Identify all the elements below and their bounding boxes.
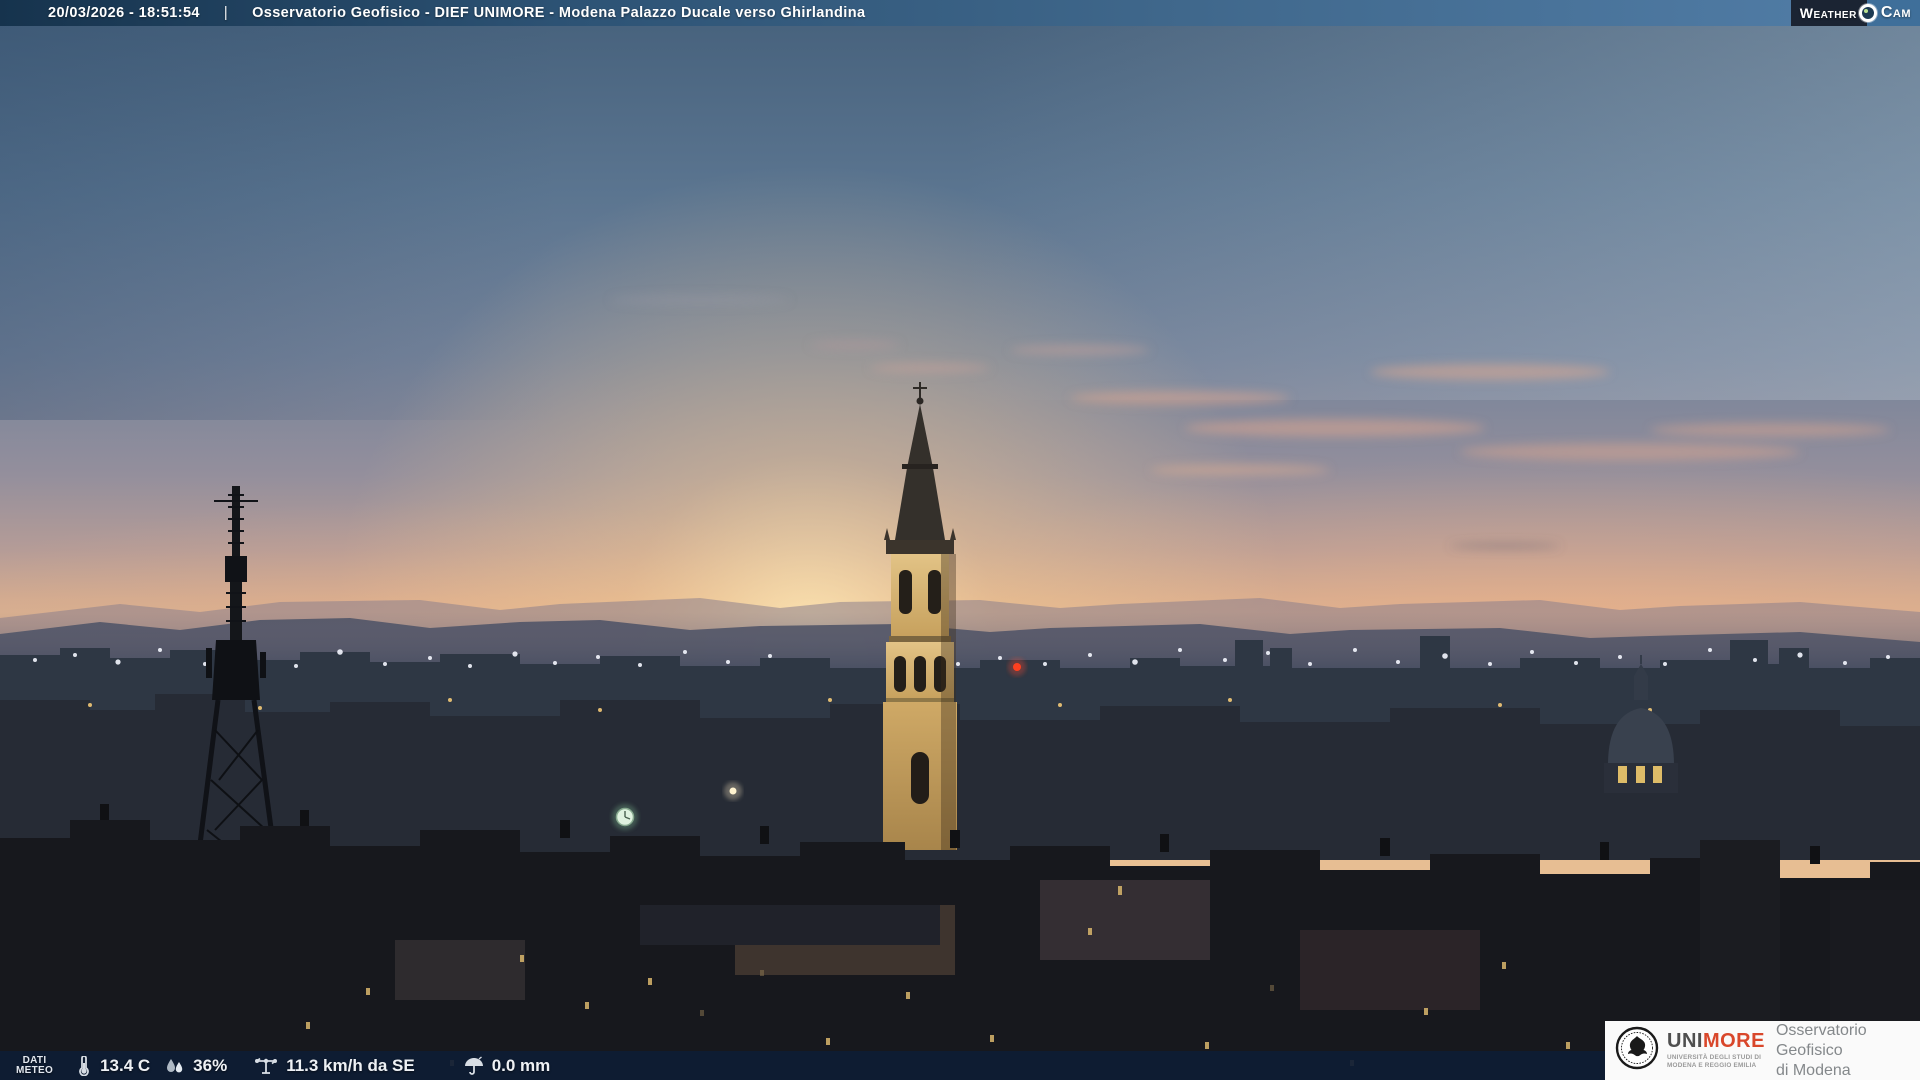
humidity-value: 36% <box>193 1056 227 1076</box>
water-drops-icon <box>164 1056 186 1076</box>
unimore-seal <box>1615 1026 1659 1075</box>
weathercam-logo: Weather Cam <box>1791 0 1920 26</box>
humidity-readout: 36% <box>164 1056 227 1076</box>
observatory-name: Osservatorio Geofisico di Modena <box>1776 1021 1920 1080</box>
webcam-photo <box>0 0 1920 1080</box>
dusk-cityscape <box>0 0 1920 1080</box>
unimore-uni-text: UNI <box>1667 1030 1703 1052</box>
weather-data-label: DATI METEO <box>16 1056 53 1076</box>
unimore-more-text: MORE <box>1703 1030 1765 1052</box>
wind-value: 11.3 km/h da SE <box>286 1056 415 1076</box>
top-title-bar: 20/03/2026 - 18:51:54 | Osservatorio Geo… <box>0 0 1920 26</box>
weathercam-weather-label: Weather <box>1791 0 1869 26</box>
title-separator: | <box>224 5 228 21</box>
thermometer-icon <box>75 1056 93 1076</box>
temperature-readout: 13.4 C <box>75 1056 150 1076</box>
red-beacon-light <box>1008 658 1026 676</box>
anemometer-icon <box>253 1056 279 1076</box>
clock-face <box>612 804 638 830</box>
unimore-wordmark: UNIMORE UNIVERSITÀ DEGLI STUDI DI MODENA… <box>1667 1031 1765 1070</box>
unimore-branding-box: UNIMORE UNIVERSITÀ DEGLI STUDI DI MODENA… <box>1605 1021 1920 1080</box>
wind-readout: 11.3 km/h da SE <box>253 1056 415 1076</box>
camera-lens-icon <box>1859 4 1877 22</box>
precipitation-value: 0.0 mm <box>492 1056 551 1076</box>
webcam-page: 20/03/2026 - 18:51:54 | Osservatorio Geo… <box>0 0 1920 1080</box>
page-title: Osservatorio Geofisico - DIEF UNIMORE - … <box>252 5 865 21</box>
umbrella-icon <box>463 1056 485 1076</box>
university-name-line1: UNIVERSITÀ DEGLI STUDI DI <box>1667 1054 1765 1062</box>
temperature-value: 13.4 C <box>100 1056 150 1076</box>
precipitation-readout: 0.0 mm <box>463 1056 551 1076</box>
university-name-line2: MODENA E REGGIO EMILIA <box>1667 1062 1765 1070</box>
datetime-text: 20/03/2026 - 18:51:54 <box>48 5 200 21</box>
street-lamp-light <box>724 782 742 800</box>
